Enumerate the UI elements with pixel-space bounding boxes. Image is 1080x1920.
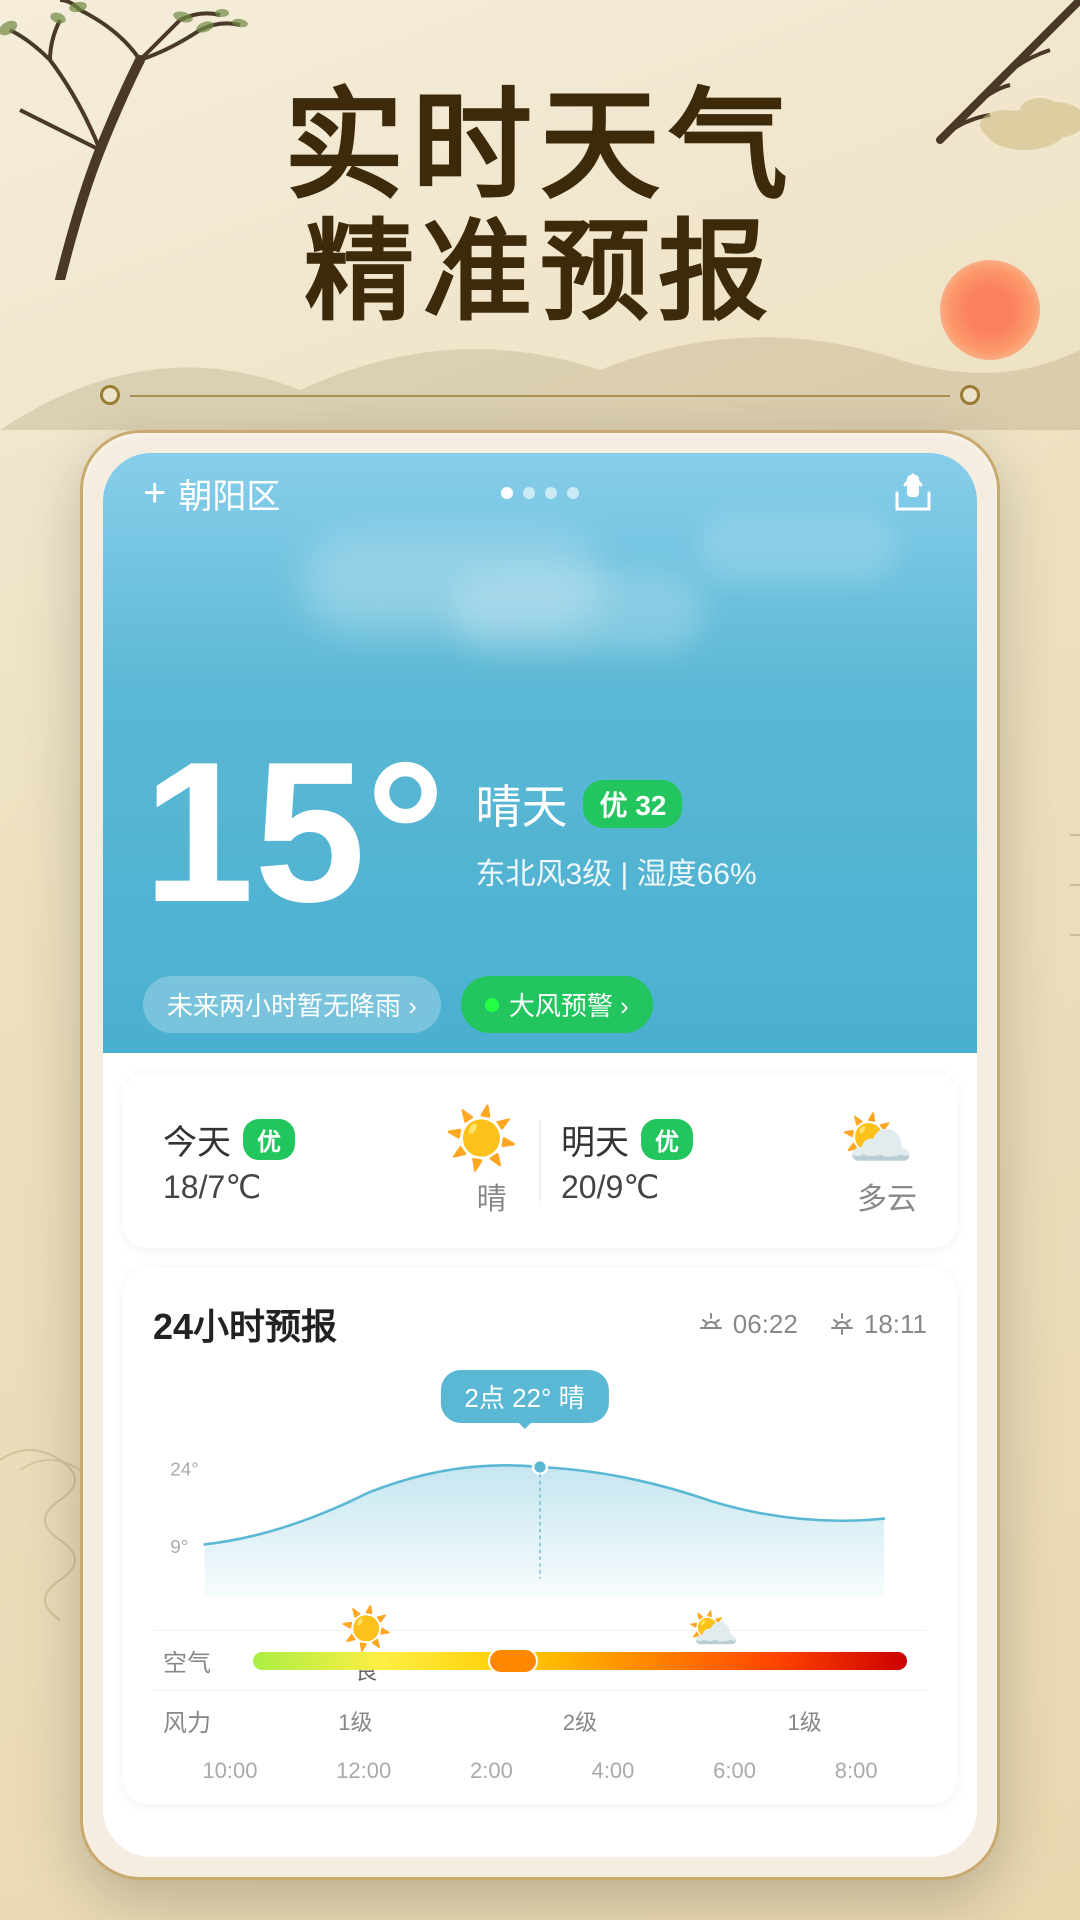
forecast-header: 24小时预报 06:22 18:11 <box>153 1298 927 1350</box>
chart-icon-cloudy: ⛅ <box>687 1605 739 1686</box>
dot-4[interactable] <box>567 487 579 499</box>
today-label: 今天 <box>163 1115 231 1164</box>
tomorrow-badge: 优 <box>641 1119 693 1160</box>
day-forecast-row: 今天 优 18/7℃ ☀️ 晴 明天 优 <box>123 1073 957 1248</box>
wind-alert-bar[interactable]: 大风预警 › <box>461 976 653 1033</box>
chart-icon-sunny: ☀️良 <box>340 1605 392 1686</box>
temperature-value: 15° <box>143 733 445 933</box>
wind-level-1: 1级 <box>338 1705 372 1737</box>
temperature-display: 15° 晴天 优 32 东北风3级 | 湿度66% <box>143 733 757 933</box>
wind-alert-dot <box>485 998 499 1012</box>
title-line1: 实时天气 <box>0 80 1080 212</box>
rain-alert-bar[interactable]: 未来两小时暂无降雨 › <box>143 976 441 1033</box>
tomorrow-condition: 多云 <box>857 1174 917 1218</box>
sunset-time: 18:11 <box>864 1309 927 1340</box>
time-labels-row: 10:00 12:00 2:00 4:00 6:00 8:00 <box>153 1750 927 1784</box>
svg-text:9°: 9° <box>170 1537 188 1558</box>
forecast-meta: 06:22 18:11 <box>697 1309 927 1340</box>
today-temp: 18/7℃ <box>163 1168 295 1206</box>
sunrise-item: 06:22 <box>697 1309 798 1340</box>
wind-alert-text: 大风预警 › <box>509 986 629 1023</box>
sunrise-time: 06:22 <box>733 1309 798 1340</box>
wind-level-3: 1级 <box>788 1705 822 1737</box>
wind-row: 风力 1级 2级 1级 <box>153 1690 927 1750</box>
time-800: 8:00 <box>835 1758 878 1784</box>
left-wave-decoration <box>0 1440 90 1640</box>
aqi-badge: 优 32 <box>583 780 682 828</box>
sky-cloud2 <box>453 573 703 653</box>
divider <box>100 380 980 410</box>
wind-level-2: 2级 <box>563 1705 597 1737</box>
tomorrow-item[interactable]: 明天 优 20/9℃ ⛅ 多云 <box>561 1103 917 1218</box>
time-200: 2:00 <box>470 1758 513 1784</box>
today-weather-icon: ☀️ <box>444 1103 519 1174</box>
add-location-button[interactable]: + 朝阳区 <box>143 469 280 518</box>
right-cloud-decoration <box>1020 820 1080 940</box>
dot-3[interactable] <box>545 487 557 499</box>
wind-label: 风力 <box>163 1703 243 1738</box>
chart-area: 2点 22° 晴 24° 9° <box>153 1370 927 1630</box>
time-400: 4:00 <box>592 1758 635 1784</box>
title-line2: 精准预报 <box>0 212 1080 333</box>
phone-frame: + 朝阳区 <box>80 430 1000 1880</box>
plus-icon: + <box>143 471 166 516</box>
time-1200: 12:00 <box>336 1758 391 1784</box>
time-1000: 10:00 <box>202 1758 257 1784</box>
title-section: 实时天气 精准预报 <box>0 80 1080 333</box>
alert-bars: 未来两小时暂无降雨 › 大风预警 › <box>143 976 937 1033</box>
wind-levels: 1级 2级 1级 <box>243 1705 917 1737</box>
divider-circle-right <box>960 385 980 405</box>
tomorrow-weather-icon: ⛅ <box>840 1103 915 1174</box>
weather-topbar: + 朝阳区 <box>103 453 977 533</box>
chart-tooltip: 2点 22° 晴 <box>440 1370 608 1423</box>
tomorrow-label: 明天 <box>561 1115 629 1164</box>
time-600: 6:00 <box>713 1758 756 1784</box>
temperature-chart: 24° 9° <box>153 1410 927 1610</box>
air-quality-indicator <box>488 1648 538 1674</box>
condition-text: 晴天 <box>475 771 567 837</box>
tomorrow-temp: 20/9℃ <box>561 1168 693 1206</box>
weather-info: 晴天 优 32 东北风3级 | 湿度66% <box>475 771 756 893</box>
day-divider <box>539 1121 541 1201</box>
dot-2[interactable] <box>523 487 535 499</box>
phone-inner: + 朝阳区 <box>103 453 977 1857</box>
condition-row: 晴天 优 32 <box>475 771 756 837</box>
sunrise-icon <box>697 1310 725 1338</box>
air-quality-bar <box>253 1652 907 1670</box>
today-badge: 优 <box>243 1119 295 1160</box>
share-button[interactable] <box>889 469 937 517</box>
sunset-icon <box>828 1310 856 1338</box>
chart-icons-row: ☀️良 ⛅ <box>153 1605 927 1686</box>
page-dots <box>501 487 579 499</box>
svg-text:24°: 24° <box>170 1460 199 1481</box>
rain-alert-text: 未来两小时暂无降雨 › <box>167 986 417 1023</box>
dot-1[interactable] <box>501 487 513 499</box>
sunset-item: 18:11 <box>828 1309 927 1340</box>
today-condition: 晴 <box>477 1174 507 1218</box>
forecast-section: 24小时预报 06:22 18:11 <box>123 1268 957 1804</box>
weather-sky: + 朝阳区 <box>103 453 977 1053</box>
forecast-title: 24小时预报 <box>153 1298 337 1350</box>
location-name: 朝阳区 <box>178 469 280 518</box>
today-item[interactable]: 今天 优 18/7℃ ☀️ 晴 <box>163 1103 519 1218</box>
phone-card-wrapper: + 朝阳区 <box>80 430 1000 1880</box>
wind-humidity-text: 东北风3级 | 湿度66% <box>475 849 756 893</box>
divider-circle-left <box>100 385 120 405</box>
